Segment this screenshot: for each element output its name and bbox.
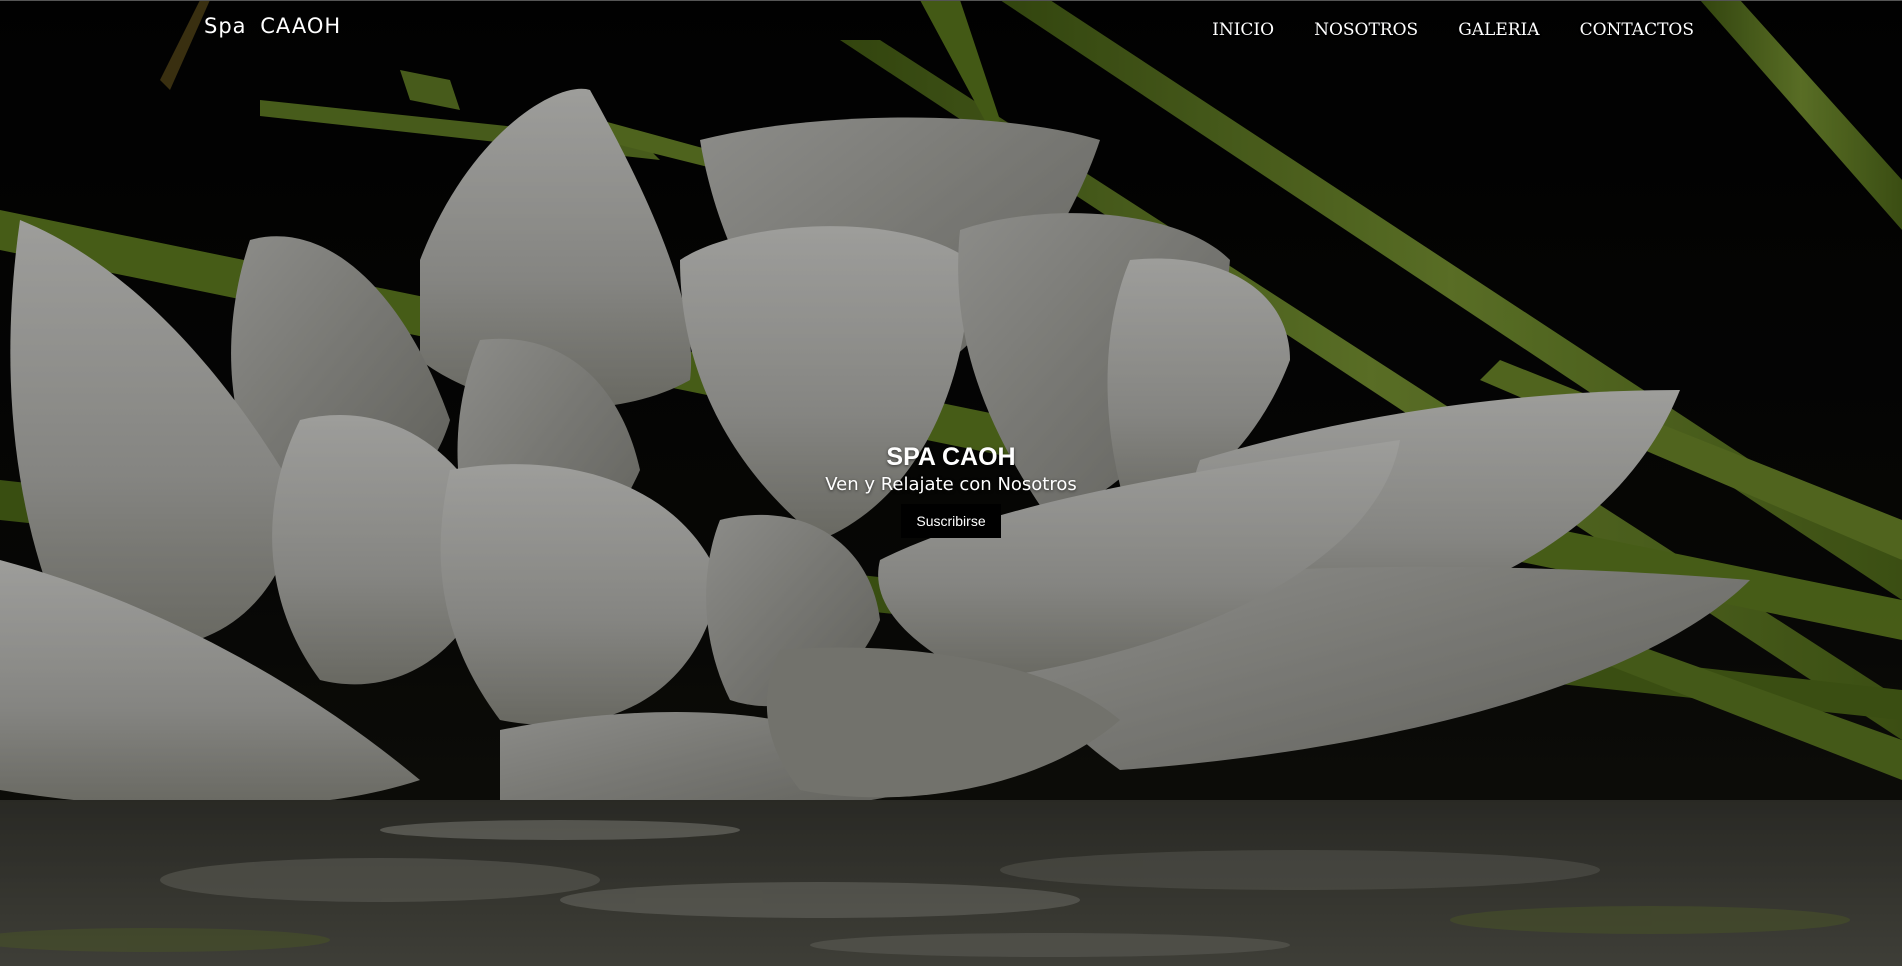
nav-item-contactos[interactable]: CONTACTOS — [1580, 20, 1694, 40]
hero-content: SPA CAOH Ven y Relajate con Nosotros Sus… — [0, 442, 1902, 538]
main-nav: INICIO NOSOTROS GALERIA CONTACTOS — [1172, 20, 1694, 40]
nav-item-inicio[interactable]: INICIO — [1212, 20, 1274, 40]
hero-section: Spa CAAOH INICIO NOSOTROS GALERIA CONTAC… — [0, 0, 1902, 966]
nav-item-nosotros[interactable]: NOSOTROS — [1314, 20, 1418, 40]
site-brand-logo[interactable]: Spa CAAOH — [204, 14, 341, 38]
nav-item-galeria[interactable]: GALERIA — [1458, 20, 1539, 40]
subscribe-button[interactable]: Suscribirse — [901, 504, 1001, 538]
hero-subtitle: Ven y Relajate con Nosotros — [825, 474, 1077, 495]
hero-title: SPA CAOH — [886, 443, 1016, 471]
top-border — [0, 0, 1902, 1]
